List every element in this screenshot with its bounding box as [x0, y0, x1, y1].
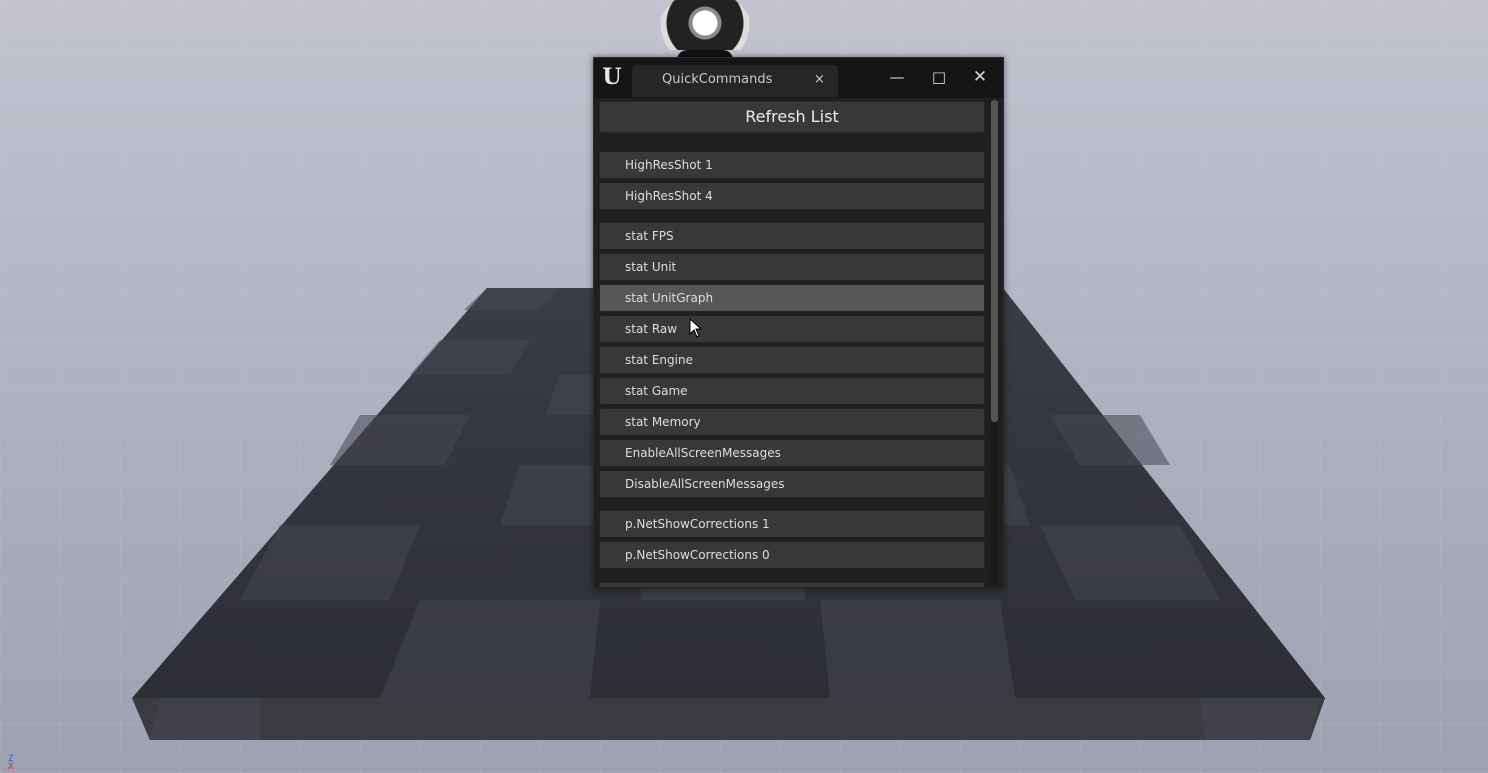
command-button[interactable]: stat Raw [599, 315, 985, 343]
command-button[interactable]: HighResShot 1 [599, 151, 985, 179]
command-button[interactable]: DisableAllScreenMessages [599, 470, 985, 498]
axis-x-label: X [8, 762, 14, 772]
unreal-logo-icon: U [602, 64, 622, 90]
command-button[interactable]: p.NetShowCorrections 0 [599, 541, 985, 569]
tab-quickcommands[interactable]: QuickCommands × [632, 65, 838, 97]
command-button[interactable]: stat Memory [599, 408, 985, 436]
scrollbar[interactable] [991, 100, 998, 586]
title-bar[interactable]: U QuickCommands × — □ ✕ [594, 58, 1003, 98]
refresh-list-button[interactable]: Refresh List [599, 101, 985, 133]
axis-indicator: Z X [4, 754, 18, 772]
command-button[interactable]: HighResShot 4 [599, 182, 985, 210]
command-button[interactable]: stat Unit [599, 253, 985, 281]
tab-label: QuickCommands [662, 72, 773, 87]
maximize-icon[interactable]: □ [924, 66, 954, 88]
close-icon[interactable]: ✕ [965, 66, 995, 88]
command-button[interactable]: EnableAllScreenMessages [599, 439, 985, 467]
command-button[interactable]: stat Game [599, 377, 985, 405]
mouse-cursor-icon [689, 318, 703, 338]
command-button-partial[interactable] [599, 582, 985, 588]
command-list-panel: Refresh List HighResShot 1 HighResShot 4… [594, 98, 1003, 588]
command-button[interactable]: stat UnitGraph [599, 284, 985, 312]
scrollbar-thumb[interactable] [991, 100, 998, 422]
minimize-icon[interactable]: — [882, 66, 912, 88]
command-button[interactable]: stat Engine [599, 346, 985, 374]
sphere-gizmo [655, 0, 755, 50]
tab-close-icon[interactable]: × [814, 72, 825, 87]
command-button[interactable]: p.NetShowCorrections 1 [599, 510, 985, 538]
quickcommands-window: U QuickCommands × — □ ✕ Refresh List Hig… [593, 57, 1004, 589]
command-button[interactable]: stat FPS [599, 222, 985, 250]
